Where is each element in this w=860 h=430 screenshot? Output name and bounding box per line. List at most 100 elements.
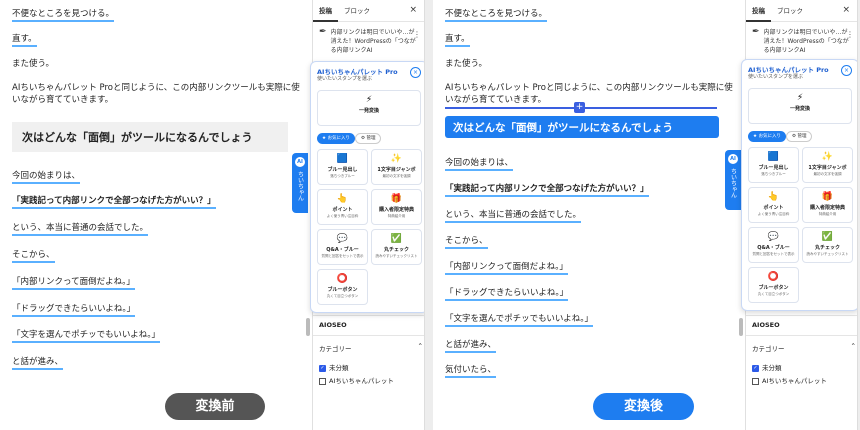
pointing-hand-icon: 👆: [336, 194, 349, 204]
paragraph[interactable]: AIちいちゃんパレット Proと同じように、この内部リンクツールも実際に使いなが…: [445, 82, 735, 106]
checkbox-checked[interactable]: ✓: [319, 364, 326, 372]
category-item[interactable]: AIちいちゃんパレット: [319, 375, 419, 385]
close-icon[interactable]: ×: [841, 65, 852, 76]
aioseo-panel[interactable]: AIOSEO: [752, 321, 852, 329]
stamp-card[interactable]: ✨ 1文字目ジャンボ 最初の文字を強調: [802, 147, 853, 183]
divider: [746, 335, 857, 336]
chevron-up-icon[interactable]: ⌃: [851, 342, 856, 350]
ai-chiichan-tab[interactable]: AI ちいちゃん: [725, 150, 741, 210]
blue-heading-block[interactable]: 次はどんな「面倒」がツールになるんでしょう: [445, 116, 719, 138]
ai-badge: AI: [728, 154, 738, 164]
paragraph[interactable]: また使う。: [445, 58, 487, 70]
circle-button-icon: ⭕: [336, 274, 349, 284]
paragraph[interactable]: AIちいちゃんパレット Proと同じように、この内部リンクツールも実際に使いなが…: [12, 82, 302, 106]
paragraph[interactable]: 直す。: [12, 33, 37, 47]
heading-block[interactable]: 次はどんな「面倒」がツールになるんでしょう: [12, 122, 288, 152]
scrollbar[interactable]: [306, 318, 310, 336]
paragraph[interactable]: 気付いたら、: [445, 364, 497, 378]
paragraph[interactable]: 「実践記って内部リンクで全部つなげた方がいい？」: [12, 195, 216, 209]
pen-icon: ✒: [752, 27, 760, 37]
stamp-card[interactable]: ✅ 丸チェック 読みやすいチェックリスト: [371, 229, 422, 265]
sparkle-icon: ✨: [390, 154, 403, 164]
paragraph[interactable]: 「ドラッグできたらいいよね。」: [445, 287, 569, 301]
sparkle-icon: ✨: [821, 152, 834, 162]
stamp-card[interactable]: 🎁 購入者限定特典 特典紹介用: [371, 189, 422, 225]
paragraph[interactable]: 今回の始まりは、: [445, 157, 514, 171]
tab-block[interactable]: ブロック: [338, 0, 376, 22]
tab-post[interactable]: 投稿: [746, 0, 771, 22]
category-panel[interactable]: カテゴリー ⌃: [319, 342, 423, 353]
paragraph[interactable]: 「文字を選んでポチッでもいいよね。」: [12, 329, 160, 343]
stamp-card[interactable]: 👆 ポイント よく使う青い注目枠: [317, 189, 368, 225]
post-summary[interactable]: ✒ 内部リンクは明日でいいや…が消えた！WordPressの「つながる内部リンク…: [752, 28, 852, 55]
post-summary[interactable]: ✒ 内部リンクは明日でいいや…が消えた！WordPressの「つながる内部リンク…: [319, 28, 419, 55]
tab-post[interactable]: 投稿: [313, 0, 338, 22]
category-item[interactable]: AIちいちゃんパレット: [752, 375, 852, 385]
checkbox[interactable]: [752, 377, 759, 385]
paragraph[interactable]: そこから、: [445, 235, 488, 249]
favorites-pill[interactable]: ★ お気に入り: [317, 133, 355, 144]
stamp-card[interactable]: 💬 Q&A・ブルー 質問と回答をセットで表示: [748, 227, 799, 263]
editor-area[interactable]: 不便なところを見つける。 直す。 また使う。 AIちいちゃんパレット Proと同…: [433, 0, 739, 430]
add-block-icon[interactable]: +: [574, 102, 585, 113]
stamp-card[interactable]: 👆 ポイント よく使う青い注目枠: [748, 187, 799, 223]
paragraph[interactable]: 直す。: [445, 33, 470, 47]
stamp-card[interactable]: 🟦 ブルー見出し 落ちつきブルー: [317, 149, 368, 185]
more-options-icon[interactable]: ⋮: [413, 30, 421, 39]
paragraph[interactable]: と話が進み、: [445, 339, 497, 353]
stamp-card[interactable]: 💬 Q&A・ブルー 質問と回答をセットで表示: [317, 229, 368, 265]
manage-pill[interactable]: ⚙ 管理: [355, 133, 382, 144]
paragraph[interactable]: 「文字を選んでポチッでもいいよね。」: [445, 313, 593, 327]
stamp-card[interactable]: ✨ 1文字目ジャンボ 最初の文字を強調: [371, 149, 422, 185]
blue-heading-icon: 🟦: [336, 154, 349, 164]
scrollbar[interactable]: [739, 318, 743, 336]
category-item[interactable]: ✓ 未分類: [319, 362, 419, 372]
paragraph[interactable]: 不便なところを見つける。: [445, 8, 548, 22]
check-mark-icon: ✅: [821, 232, 834, 242]
editor-area[interactable]: 不便なところを見つける。 直す。 また使う。 AIちいちゃんパレット Proと同…: [0, 0, 306, 430]
paragraph[interactable]: と話が進み、: [12, 356, 64, 370]
gift-icon: 🎁: [390, 194, 403, 204]
one-click-convert-button[interactable]: ⚡ 一発変換: [748, 88, 852, 124]
circle-button-icon: ⭕: [767, 272, 780, 282]
aioseo-panel[interactable]: AIOSEO: [319, 321, 419, 329]
stamp-card[interactable]: ⭕ ブルーボタン 丸くて目立つボタン: [748, 267, 799, 303]
close-icon[interactable]: ×: [409, 5, 417, 15]
manage-pill[interactable]: ⚙ 管理: [786, 131, 813, 142]
paragraph[interactable]: 今回の始まりは、: [12, 170, 81, 184]
checkbox-checked[interactable]: ✓: [752, 364, 759, 372]
stamp-card[interactable]: 🟦 ブルー見出し 落ちつきブルー: [748, 147, 799, 183]
chevron-up-icon[interactable]: ⌃: [418, 342, 423, 350]
pen-icon: ✒: [319, 27, 327, 37]
stamp-card[interactable]: 🎁 購入者限定特典 特典紹介用: [802, 187, 853, 223]
one-click-convert-button[interactable]: ⚡ 一発変換: [317, 90, 421, 126]
paragraph[interactable]: という、本当に普通の会話でした。: [12, 222, 149, 236]
stamp-card[interactable]: ✅ 丸チェック 読みやすいチェックリスト: [802, 227, 853, 263]
favorites-pill[interactable]: ★ お気に入り: [748, 131, 786, 142]
paragraph[interactable]: という、本当に普通の会話でした。: [445, 209, 582, 223]
lightning-icon: ⚡: [796, 93, 804, 103]
ai-chiichan-tab[interactable]: AI ちいちゃん: [292, 153, 308, 213]
more-options-icon[interactable]: ⋮: [846, 30, 854, 39]
blue-heading-icon: 🟦: [767, 152, 780, 162]
pointing-hand-icon: 👆: [767, 192, 780, 202]
paragraph[interactable]: また使う。: [12, 58, 54, 70]
paragraph[interactable]: そこから、: [12, 249, 55, 263]
close-icon[interactable]: ×: [842, 5, 850, 15]
stamp-card[interactable]: ⭕ ブルーボタン 丸くて目立つボタン: [317, 269, 368, 305]
checkbox[interactable]: [319, 377, 326, 385]
category-item[interactable]: ✓ 未分類: [752, 362, 852, 372]
paragraph[interactable]: 「ドラッグできたらいいよね。」: [12, 303, 136, 317]
paragraph[interactable]: 「実践記って内部リンクで全部つなげた方がいい？」: [445, 183, 649, 197]
comparison-canvas: 不便なところを見つける。 直す。 また使う。 AIちいちゃんパレット Proと同…: [0, 0, 860, 430]
post-title: 内部リンクは明日でいいや…が消えた！WordPressの「つながる内部リンクAI: [763, 29, 849, 54]
category-panel[interactable]: カテゴリー ⌃: [752, 342, 856, 353]
paragraph[interactable]: 不便なところを見つける。: [12, 8, 115, 22]
tab-block[interactable]: ブロック: [771, 0, 809, 22]
close-icon[interactable]: ×: [410, 67, 421, 78]
speech-bubble-icon: 💬: [336, 234, 349, 244]
gift-icon: 🎁: [821, 192, 834, 202]
before-panel: 不便なところを見つける。 直す。 また使う。 AIちいちゃんパレット Proと同…: [0, 0, 425, 430]
paragraph[interactable]: 「内部リンクって面倒だよね。」: [445, 261, 568, 275]
paragraph[interactable]: 「内部リンクって面倒だよね。」: [12, 276, 135, 290]
